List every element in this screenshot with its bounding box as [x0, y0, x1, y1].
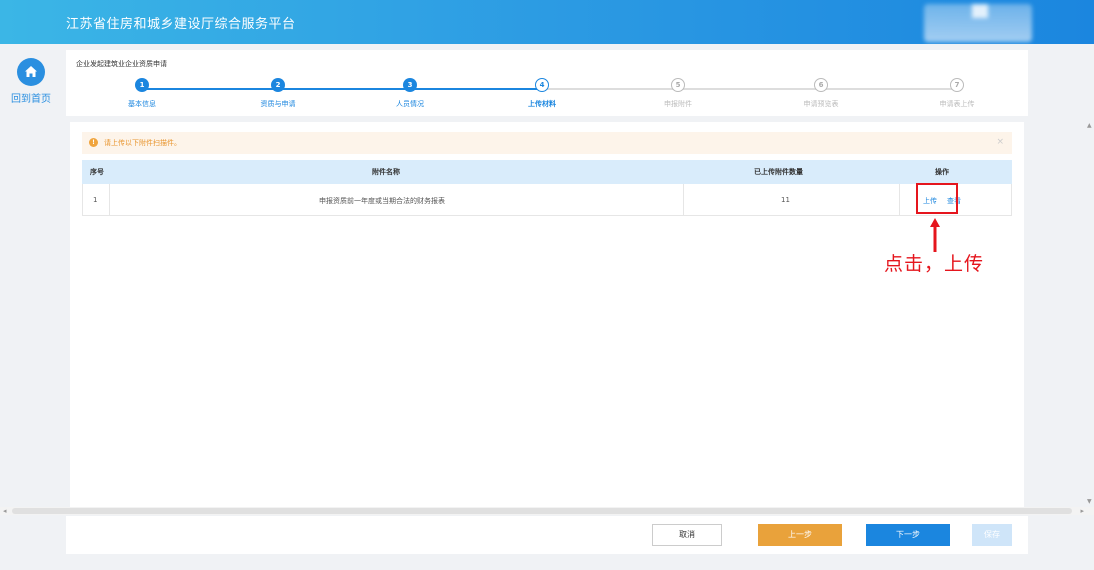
divider: [899, 184, 900, 216]
table-header: 序号 附件名称 已上传附件数量 操作: [82, 160, 1012, 184]
step-number: 4: [535, 78, 549, 92]
user-avatar-blurred[interactable]: [924, 4, 1032, 42]
next-step-button[interactable]: 下一步: [866, 524, 950, 546]
step-label: 资质与申请: [260, 100, 296, 108]
prev-step-button[interactable]: 上一步: [758, 524, 842, 546]
table-row: 1 申报资质前一年度或当期合法的财务报表 11 上传 查看: [82, 184, 1012, 216]
step-label: 基本信息: [128, 100, 156, 108]
step-number: 6: [814, 78, 828, 92]
step-upload-materials[interactable]: 4 上传材料: [482, 78, 602, 109]
step-label: 人员情况: [396, 100, 424, 108]
alert-banner: ! 请上传以下附件扫描件。 ×: [82, 132, 1012, 154]
horizontal-scrollbar[interactable]: ◂ ▸: [0, 507, 1094, 515]
save-button[interactable]: 保存: [972, 524, 1012, 546]
step-preview[interactable]: 6 申请预览表: [761, 78, 881, 109]
header-name: 附件名称: [372, 168, 400, 176]
step-form-upload[interactable]: 7 申请表上传: [897, 78, 1017, 109]
annotation-highlight-box: [916, 183, 958, 214]
steps-remaining-line: [542, 88, 958, 90]
header-action: 操作: [935, 168, 949, 176]
step-number: 1: [135, 78, 149, 92]
step-qualification[interactable]: 2 资质与申请: [218, 78, 338, 109]
scroll-left-icon[interactable]: ◂: [3, 507, 7, 515]
alert-message: 请上传以下附件扫描件。: [104, 139, 181, 147]
warning-icon: !: [89, 138, 98, 147]
breadcrumb: 企业发起建筑业企业资质申请: [76, 60, 167, 68]
step-attachments[interactable]: 5 申报附件: [618, 78, 738, 109]
step-label: 申请预览表: [803, 100, 839, 108]
home-button[interactable]: 回到首页: [4, 58, 58, 108]
annotation-text: 点击，上传: [884, 253, 985, 275]
main-card: ! 请上传以下附件扫描件。 × 序号 附件名称 已上传附件数量 操作 1 申报资…: [70, 122, 1024, 508]
cancel-button[interactable]: 取消: [652, 524, 722, 546]
close-icon[interactable]: ×: [996, 137, 1004, 147]
step-basic-info[interactable]: 1 基本信息: [82, 78, 202, 109]
home-label: 回到首页: [11, 94, 51, 105]
scroll-thumb[interactable]: [12, 508, 1072, 514]
step-number: 2: [271, 78, 285, 92]
header-count: 已上传附件数量: [754, 168, 803, 176]
left-rail: 回到首页: [0, 44, 62, 570]
cell-index: 1: [93, 196, 98, 204]
app-title: 江苏省住房和城乡建设厅综合服务平台: [66, 17, 296, 32]
cell-name: 申报资质前一年度或当期合法的财务报表: [319, 197, 445, 205]
step-number: 5: [671, 78, 685, 92]
home-icon: [17, 58, 45, 86]
step-label: 上传材料: [528, 100, 556, 108]
top-header: 江苏省住房和城乡建设厅综合服务平台: [0, 0, 1094, 44]
step-label: 申报附件: [664, 100, 692, 108]
step-label: 申请表上传: [939, 100, 975, 108]
annotation-arrow-icon: [930, 218, 940, 252]
scroll-right-icon[interactable]: ▸: [1080, 507, 1084, 515]
steps-card: 企业发起建筑业企业资质申请 1 基本信息 2 资质与申请 3 人员情况 4 上传…: [66, 50, 1028, 116]
divider: [109, 184, 110, 216]
step-number: 7: [950, 78, 964, 92]
step-personnel[interactable]: 3 人员情况: [350, 78, 470, 109]
cell-count: 11: [781, 196, 790, 204]
vertical-scrollbar[interactable]: ▲ ▼: [1085, 120, 1094, 510]
footer-actions: 取消 上一步 下一步 保存: [66, 516, 1028, 554]
step-number: 3: [403, 78, 417, 92]
divider: [683, 184, 684, 216]
header-index: 序号: [90, 168, 104, 176]
